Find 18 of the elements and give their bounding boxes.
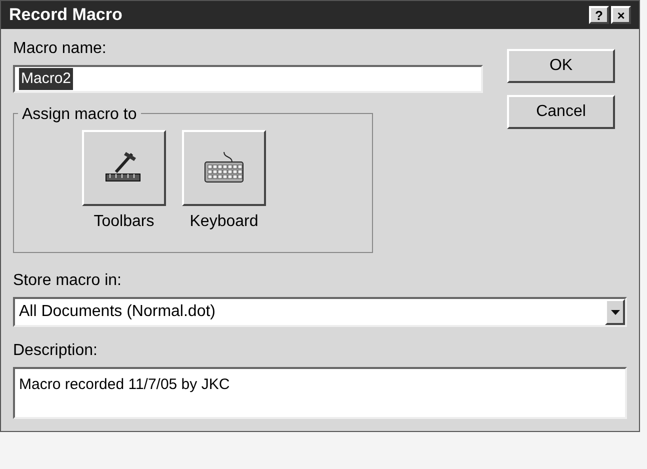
macro-name-field[interactable]: Macro2 (13, 65, 483, 93)
field-value: Macro recorded 11/7/05 by JKC (19, 376, 230, 393)
description-field[interactable]: Macro recorded 11/7/05 by JKC (13, 367, 627, 419)
assign-label: Keyboard (190, 212, 258, 232)
ok-button[interactable]: OK (507, 49, 615, 83)
cancel-button[interactable]: Cancel (507, 95, 615, 129)
window-title: Record Macro (9, 4, 122, 26)
store-dropdown[interactable]: All Documents (Normal.dot) (13, 297, 627, 327)
field-label: Description: (13, 341, 98, 361)
assign-label: Toolbars (94, 212, 154, 232)
assign-button[interactable] (182, 130, 266, 206)
field-label: Macro name: (13, 39, 108, 59)
assign-button[interactable] (82, 130, 166, 206)
dropdown-value: All Documents (Normal.dot) (19, 302, 216, 322)
help-button[interactable]: ? (589, 6, 609, 24)
field-value: Macro2 (19, 68, 74, 90)
field-label: Store macro in: (13, 271, 122, 291)
close-button[interactable]: × (611, 6, 631, 24)
